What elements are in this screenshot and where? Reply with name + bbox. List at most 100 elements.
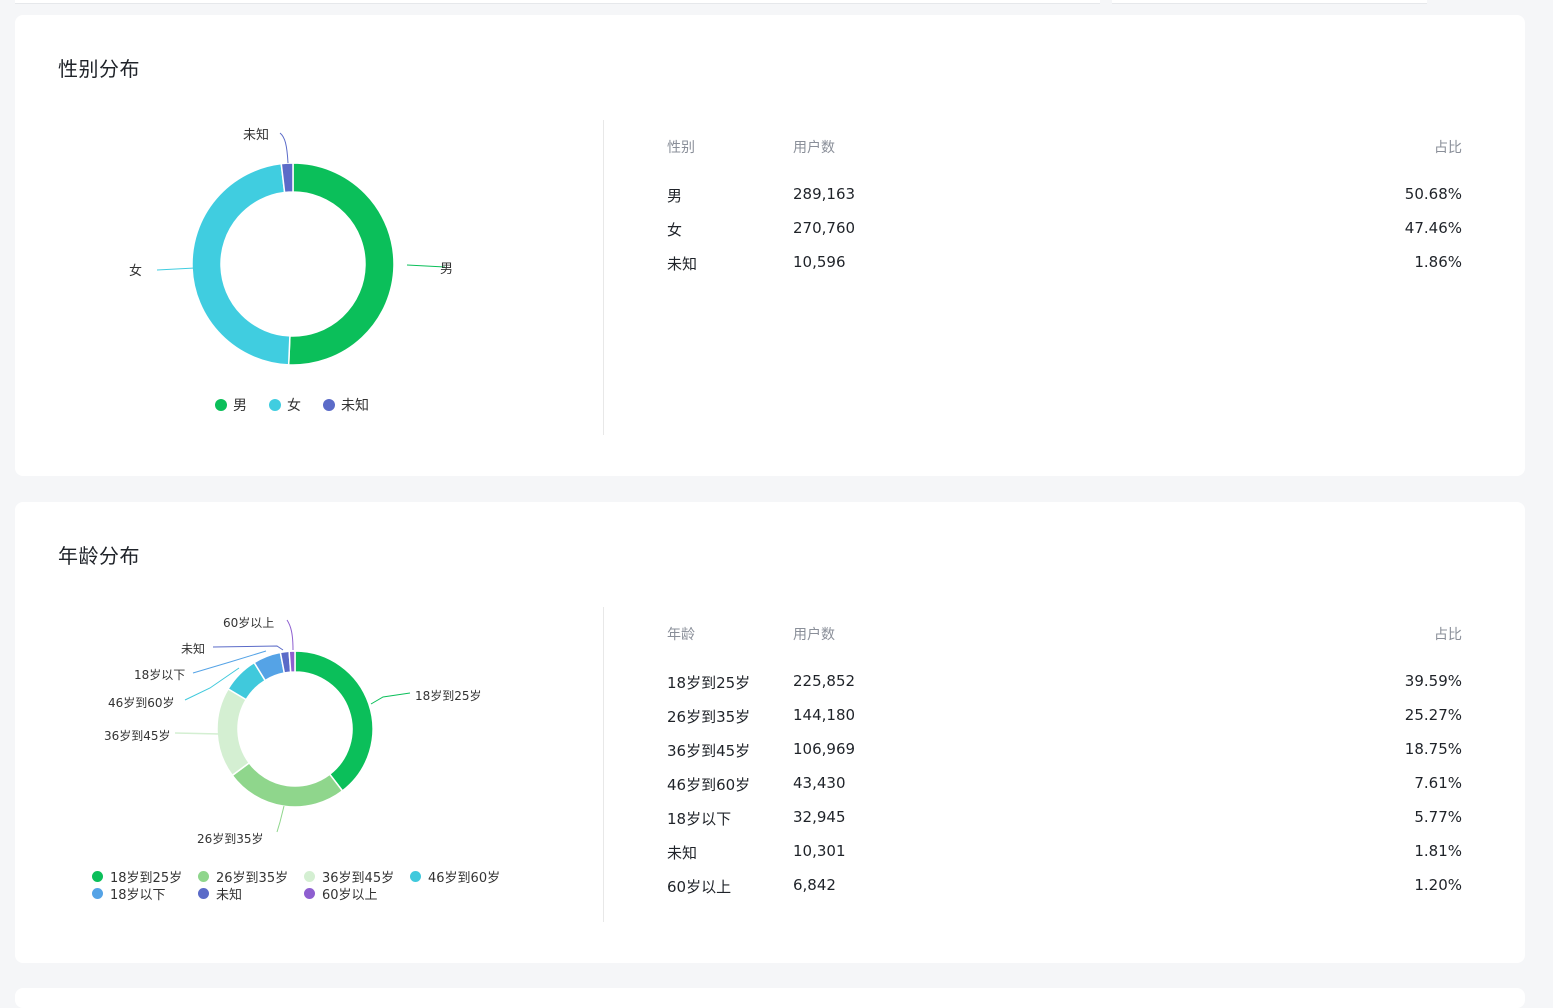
legend-item-36-45[interactable]: 36岁到45岁 [304, 869, 410, 886]
row-count: 270,760 [793, 219, 856, 237]
legend-item-46-60[interactable]: 46岁到60岁 [410, 869, 516, 886]
chart-label-unknown: 未知 [243, 127, 269, 143]
chart-label-male: 男 [440, 262, 453, 277]
table-row: 36岁到45岁 106,969 18.75% [667, 740, 1462, 774]
gender-slice-0[interactable] [287, 162, 395, 366]
chart-label-18-25: 18岁到25岁 [415, 688, 482, 703]
header-ratio: 占比 [1434, 627, 1462, 643]
table-row: 女 270,760 47.46% [667, 219, 1462, 253]
chart-label-26-35: 26岁到35岁 [197, 831, 264, 846]
age-table: 年龄 用户数 占比 18岁到25岁 225,852 39.59% 26岁到35岁… [667, 624, 1462, 910]
row-ratio: 39.59% [1404, 672, 1462, 690]
gender-legend: 男 女 未知 [215, 395, 391, 415]
chart-label-unknown: 未知 [181, 642, 205, 656]
age-slice-0[interactable] [294, 650, 374, 792]
legend-item-26-35[interactable]: 26岁到35岁 [198, 869, 304, 886]
row-label: 60岁以上 [667, 878, 732, 896]
legend-item-male[interactable]: 男 [215, 395, 247, 415]
label-line-26-35 [276, 805, 285, 833]
age-slice-1[interactable] [231, 761, 344, 808]
legend-label: 未知 [216, 888, 243, 903]
chart-label-female: 女 [129, 263, 142, 279]
age-legend: 18岁到25岁 26岁到35岁 36岁到45岁 46岁到60岁 18岁以下 未知… [92, 869, 522, 903]
legend-label: 未知 [341, 398, 369, 414]
row-count: 32,945 [793, 808, 846, 826]
header-users: 用户数 [793, 627, 835, 643]
chart-label-46-60: 46岁到60岁 [108, 695, 175, 710]
legend-label: 18岁以下 [110, 888, 166, 903]
row-label: 18岁以下 [667, 810, 732, 828]
row-count: 106,969 [793, 740, 856, 758]
age-distribution-card: 年龄分布 18岁到25岁 26岁到35岁 36岁到45岁 46岁到60岁 18岁… [15, 502, 1525, 963]
legend-dot [198, 888, 209, 899]
legend-dot [92, 871, 103, 882]
legend-dot [215, 399, 227, 411]
next-card-partial [15, 988, 1525, 1008]
legend-dot [304, 871, 315, 882]
row-ratio: 7.61% [1414, 774, 1462, 792]
table-header: 性别 用户数 占比 [667, 137, 1462, 171]
row-label: 26岁到35岁 [667, 708, 751, 726]
legend-item-18-25[interactable]: 18岁到25岁 [92, 869, 198, 886]
row-ratio: 25.27% [1404, 706, 1462, 724]
table-row: 未知 10,301 1.81% [667, 842, 1462, 876]
table-row: 18岁以下 32,945 5.77% [667, 808, 1462, 842]
gender-distribution-card: 性别分布 男 女 未知 男 女 未知 性别 用户数 占比 男 289,163 5… [15, 15, 1525, 476]
label-line-unknown [279, 132, 289, 164]
label-line-unknown [212, 645, 284, 651]
header-ratio: 占比 [1434, 140, 1462, 156]
legend-label: 60岁以上 [322, 888, 378, 903]
legend-label: 男 [233, 398, 247, 414]
row-ratio: 1.86% [1414, 253, 1462, 271]
legend-item-under18[interactable]: 18岁以下 [92, 886, 198, 903]
legend-dot [410, 871, 421, 882]
row-ratio: 18.75% [1404, 740, 1462, 758]
legend-label: 46岁到60岁 [428, 871, 501, 886]
chart-label-under18: 18岁以下 [134, 667, 185, 682]
legend-dot [92, 888, 103, 899]
legend-dot [323, 399, 335, 411]
label-line-36-45 [174, 732, 221, 735]
table-row: 60岁以上 6,842 1.20% [667, 876, 1462, 910]
header-gender: 性别 [667, 140, 695, 156]
label-line-18-25 [370, 692, 411, 705]
legend-dot [304, 888, 315, 899]
top-strip-right [1112, 0, 1427, 4]
row-ratio: 1.20% [1414, 876, 1462, 894]
age-slice-2[interactable] [216, 687, 251, 777]
row-label: 18岁到25岁 [667, 674, 751, 692]
row-label: 36岁到45岁 [667, 742, 751, 760]
legend-dot [198, 871, 209, 882]
table-row: 18岁到25岁 225,852 39.59% [667, 672, 1462, 706]
chart-label-36-45: 36岁到45岁 [104, 728, 171, 743]
row-count: 10,301 [793, 842, 846, 860]
table-row: 26岁到35岁 144,180 25.27% [667, 706, 1462, 740]
legend-item-unknown[interactable]: 未知 [198, 886, 304, 903]
row-label: 未知 [667, 255, 698, 273]
row-count: 225,852 [793, 672, 856, 690]
legend-item-over60[interactable]: 60岁以上 [304, 886, 410, 903]
gender-table: 性别 用户数 占比 男 289,163 50.68% 女 270,760 47.… [667, 137, 1462, 287]
row-label: 46岁到60岁 [667, 776, 751, 794]
row-count: 144,180 [793, 706, 856, 724]
row-count: 43,430 [793, 774, 846, 792]
gender-slice-1[interactable] [191, 162, 291, 366]
row-ratio: 50.68% [1404, 185, 1462, 203]
row-count: 10,596 [793, 253, 846, 271]
label-line-female [156, 267, 196, 271]
legend-item-unknown[interactable]: 未知 [323, 395, 369, 415]
label-line-over60 [286, 619, 294, 651]
row-label: 女 [667, 221, 683, 239]
table-row: 未知 10,596 1.86% [667, 253, 1462, 287]
chart-label-over60: 60岁以上 [223, 615, 274, 630]
row-ratio: 5.77% [1414, 808, 1462, 826]
age-slice-6[interactable] [288, 650, 296, 673]
legend-dot [269, 399, 281, 411]
header-age: 年龄 [667, 627, 695, 643]
header-users: 用户数 [793, 140, 835, 156]
legend-item-female[interactable]: 女 [269, 395, 301, 415]
row-ratio: 1.81% [1414, 842, 1462, 860]
row-count: 289,163 [793, 185, 856, 203]
row-label: 未知 [667, 844, 698, 862]
table-header: 年龄 用户数 占比 [667, 624, 1462, 658]
